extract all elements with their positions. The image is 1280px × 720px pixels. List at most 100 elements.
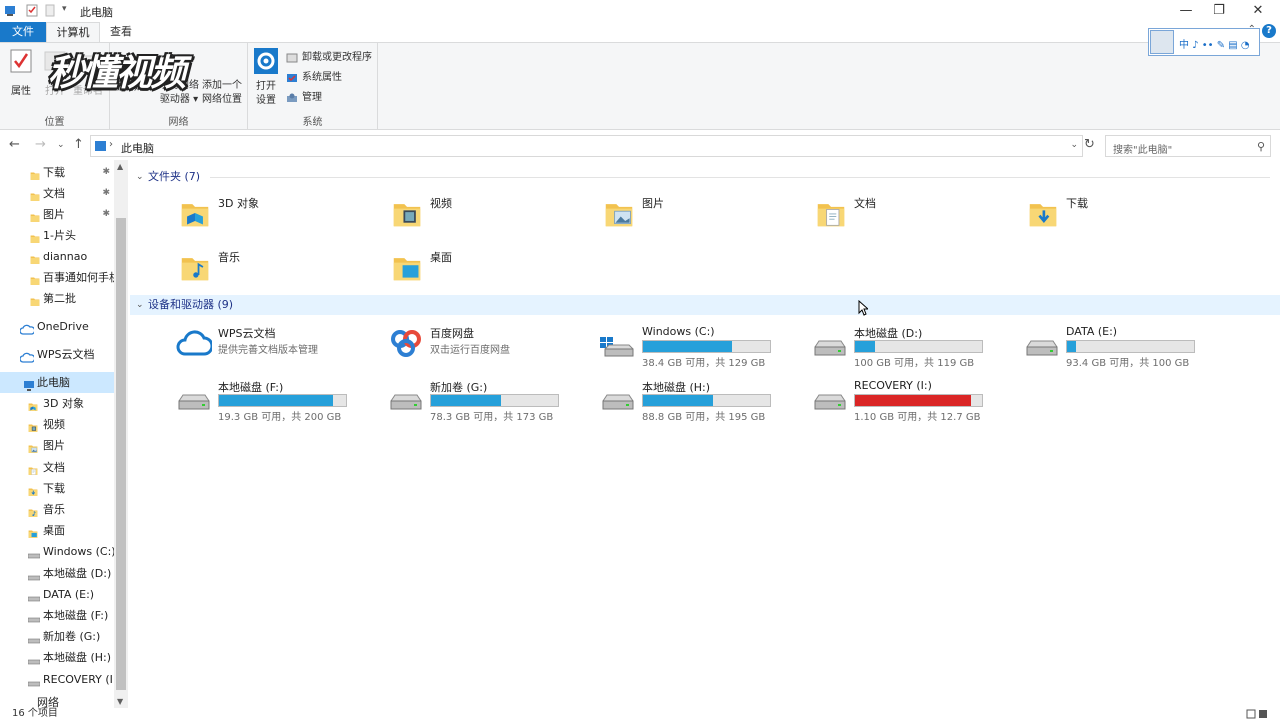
collapse-chevron-icon[interactable]: ⌄ [136, 167, 144, 187]
drive-icon [27, 589, 41, 602]
sidebar-item[interactable]: 音乐 [0, 499, 114, 520]
sidebar-item[interactable]: 下载 ✱ [0, 162, 114, 183]
ime-toolbar[interactable]: 中 ♪ •• ✎ ▤ ◔ [1148, 28, 1260, 56]
navigation-bar: ← → ⌄ ↑ › 此电脑 ⌄ ↻ 搜索"此电脑" ⚲ [0, 133, 1280, 159]
folder-tile[interactable]: 下载 [1028, 193, 1228, 239]
sidebar-item-wps[interactable]: WPS云文档 [0, 344, 114, 365]
sidebar-item[interactable]: RECOVERY (I:) [0, 669, 114, 690]
sidebar-item[interactable]: 图片 [0, 435, 114, 456]
help-icon[interactable]: ? [1262, 24, 1276, 38]
pictures-icon [28, 440, 38, 454]
refresh-icon[interactable]: ↻ [1084, 137, 1095, 152]
sidebar-item[interactable]: 本地磁盘 (D:) [0, 563, 114, 584]
cloud-storage-tile[interactable]: WPS云文档 提供完善文档版本管理 [176, 325, 376, 375]
new-folder-quick-icon[interactable] [44, 4, 56, 17]
sidebar-item[interactable]: 本地磁盘 (F:) [0, 605, 114, 626]
open-settings-button[interactable]: 打开 设置 [252, 47, 280, 108]
sidebar-scrollbar[interactable]: ▲ ▼ [114, 160, 128, 708]
drive-tile[interactable]: 本地磁盘 (D:) 100 GB 可用，共 119 GB [812, 325, 1012, 375]
section-divider [210, 177, 1270, 178]
address-bar[interactable]: › 此电脑 ⌄ [90, 135, 1083, 157]
view-toggle-icon[interactable] [1246, 709, 1268, 719]
drive-tile[interactable]: 本地磁盘 (H:) 88.8 GB 可用，共 195 GB [600, 379, 800, 429]
watermark-logo: 秒懂视频 [48, 53, 186, 94]
close-button[interactable]: ✕ [1238, 0, 1278, 22]
sidebar-item[interactable]: 文档 ✱ [0, 183, 114, 204]
folders-section-header[interactable]: ⌄ 文件夹 (7) [130, 167, 1280, 187]
sidebar-item-network[interactable]: 网络 [0, 692, 114, 708]
sidebar-item[interactable]: 3D 对象 [0, 393, 114, 414]
drive-tile[interactable]: Windows (C:) 38.4 GB 可用，共 129 GB [600, 325, 800, 375]
sidebar-item[interactable]: 第二批 [0, 288, 114, 309]
sidebar-item[interactable]: Windows (C:) [0, 541, 114, 562]
sidebar-item[interactable]: 百事通如何手机 [0, 267, 114, 288]
sidebar-item[interactable]: 下载 [0, 478, 114, 499]
search-input[interactable]: 搜索"此电脑" ⚲ [1105, 135, 1271, 157]
drive-tile[interactable]: 新加卷 (G:) 78.3 GB 可用，共 173 GB [388, 379, 588, 429]
breadcrumb-separator-icon[interactable]: › [109, 139, 113, 150]
restore-button[interactable]: ❐ [1199, 0, 1239, 22]
breadcrumb-this-pc[interactable]: 此电脑 [121, 140, 154, 156]
drive-tile[interactable]: 本地磁盘 (F:) 19.3 GB 可用，共 200 GB [176, 379, 376, 429]
collapse-chevron-icon[interactable]: ⌄ [136, 295, 144, 315]
system-group-label: 系统 [302, 117, 323, 128]
folder-name: 图片 [642, 197, 664, 210]
sidebar-item[interactable]: DATA (E:) [0, 584, 114, 605]
cloud-storage-tile[interactable]: 百度网盘 双击运行百度网盘 [388, 325, 588, 375]
sidebar-item-this-pc[interactable]: 此电脑 [0, 372, 114, 393]
pin-icon[interactable]: ✱ [102, 162, 110, 183]
tab-computer[interactable]: 计算机 [46, 22, 100, 42]
recent-locations-chevron-icon[interactable]: ⌄ [57, 140, 65, 150]
tab-file[interactable]: 文件 [0, 22, 46, 42]
sidebar-item[interactable]: 本地磁盘 (H:) [0, 647, 114, 668]
drive-free-space: 38.4 GB 可用，共 129 GB [642, 358, 766, 369]
ime-avatar-icon[interactable] [1150, 30, 1174, 54]
pin-icon[interactable]: ✱ [102, 204, 110, 225]
sidebar-item[interactable]: 新加卷 (G:) [0, 626, 114, 647]
sidebar-item[interactable]: 文档 [0, 457, 114, 478]
pin-icon[interactable]: ✱ [102, 183, 110, 204]
address-dropdown-icon[interactable]: ⌄ [1070, 140, 1078, 150]
explorer-icon[interactable] [4, 4, 16, 17]
sidebar-item[interactable]: 桌面 [0, 520, 114, 541]
drive-tile[interactable]: DATA (E:) 93.4 GB 可用，共 100 GB [1024, 325, 1224, 375]
tab-view[interactable]: 查看 [100, 22, 142, 42]
sidebar-item[interactable]: diannao [0, 246, 114, 267]
drive-icon [176, 391, 212, 413]
manage-button[interactable]: 管理 [286, 89, 322, 107]
folder-tile[interactable]: 音乐 [180, 247, 380, 293]
sidebar-item[interactable]: 1-片头 [0, 225, 114, 246]
uninstall-program-button[interactable]: 卸载或更改程序 [286, 49, 372, 67]
sidebar-item[interactable]: 视频 [0, 414, 114, 435]
folder-tile[interactable]: 桌面 [392, 247, 592, 293]
up-arrow-icon[interactable]: ↑ [73, 137, 84, 152]
customize-quick-access-icon[interactable]: ▾ [62, 4, 74, 17]
sidebar-item[interactable]: 图片 ✱ [0, 204, 114, 225]
drive-usage-fill [1067, 341, 1076, 352]
system-properties-button[interactable]: 系统属性 [286, 69, 342, 87]
scroll-thumb[interactable] [116, 218, 126, 690]
drive-tile[interactable]: RECOVERY (I:) 1.10 GB 可用，共 12.7 GB [812, 379, 1012, 429]
settings-gear-icon [254, 48, 278, 74]
manage-label: 管理 [302, 92, 322, 103]
forward-arrow-icon[interactable]: → [35, 137, 46, 152]
properties-quick-icon[interactable] [26, 4, 38, 17]
drive-free-space: 88.8 GB 可用，共 195 GB [642, 412, 766, 423]
add-network-location-button[interactable]: 添加一个 网络位置 [200, 79, 244, 107]
wps-cloud-icon [19, 349, 36, 363]
sidebar-item-label: 视频 [43, 418, 65, 432]
ime-toolbar-items[interactable]: 中 ♪ •• ✎ ▤ ◔ [1179, 36, 1250, 51]
folder-tile[interactable]: 3D 对象 [180, 193, 380, 239]
folder-tile[interactable]: 图片 [604, 193, 804, 239]
back-arrow-icon[interactable]: ← [9, 137, 20, 152]
scroll-up-icon[interactable]: ▲ [117, 162, 123, 171]
drive-usage-bar [642, 394, 771, 407]
sidebar-item-label: OneDrive [37, 320, 89, 333]
devices-section-header[interactable]: ⌄ 设备和驱动器 (9) [130, 295, 1280, 315]
properties-button[interactable]: 属性 [6, 47, 36, 97]
search-icon[interactable]: ⚲ [1257, 140, 1265, 153]
sidebar-item-onedrive[interactable]: OneDrive [0, 316, 114, 337]
folder-tile[interactable]: 文档 [816, 193, 1016, 239]
scroll-down-icon[interactable]: ▼ [117, 697, 123, 706]
folder-tile[interactable]: 视频 [392, 193, 592, 239]
